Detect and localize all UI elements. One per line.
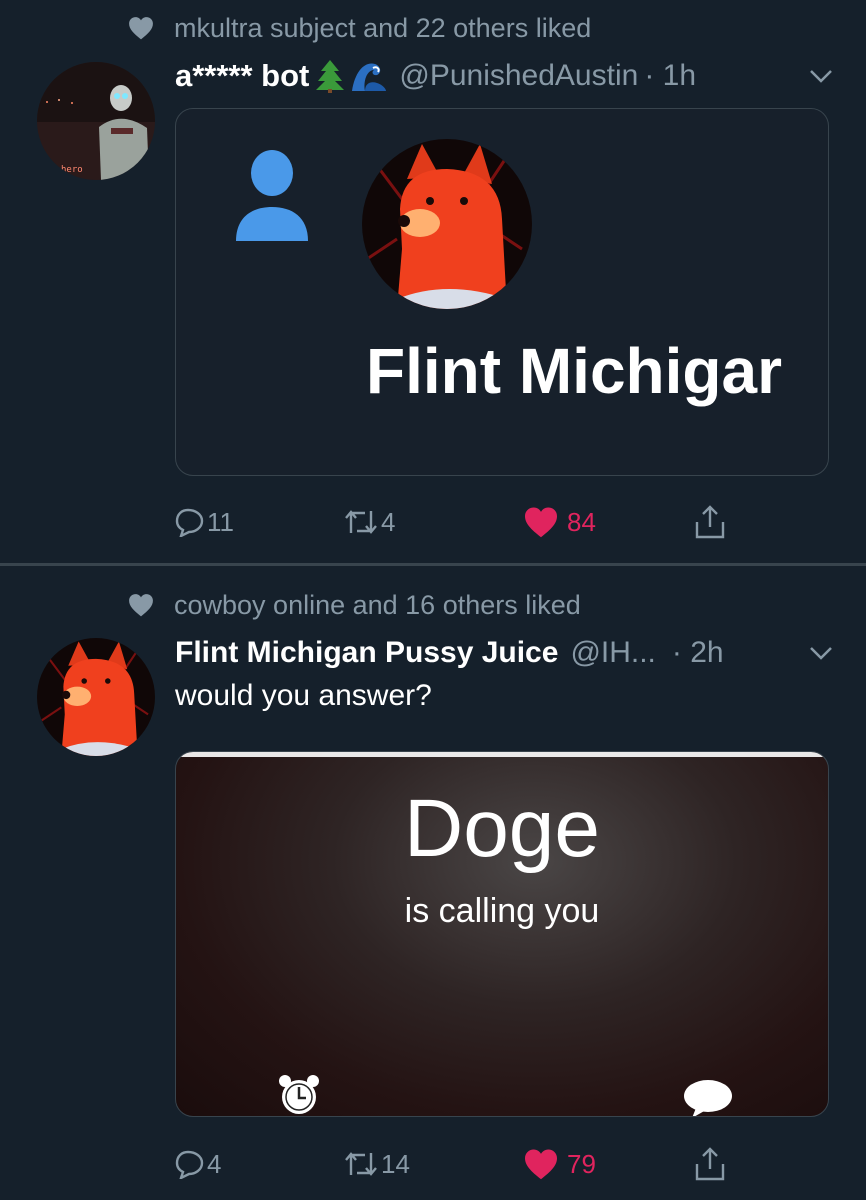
- heart-icon: [129, 17, 153, 40]
- reply-button[interactable]: 4: [175, 1144, 221, 1184]
- caller-subtitle: is calling you: [404, 892, 600, 930]
- reply-count: 11: [207, 506, 234, 537]
- like-button[interactable]: 84: [523, 502, 596, 542]
- reply-count: 4: [207, 1148, 222, 1179]
- like-count: 84: [567, 506, 596, 537]
- author-handle[interactable]: @PunishedAustin: [399, 59, 638, 93]
- avatar-image: [37, 638, 155, 756]
- tweet-time[interactable]: · 1h: [644, 59, 696, 93]
- tweet-header: a***** bot @PunishedAustin · 1h: [175, 56, 836, 96]
- tweet[interactable]: mkultra subject and 22 others liked hero…: [0, 0, 866, 563]
- message-bubble-icon: [684, 1080, 732, 1116]
- card-top-line: [176, 752, 828, 757]
- retweet-icon: [345, 1152, 377, 1176]
- tree-emoji: [315, 59, 345, 93]
- share-icon: [695, 505, 725, 539]
- retweet-button[interactable]: 14: [343, 1144, 410, 1184]
- share-button[interactable]: [693, 1144, 727, 1184]
- author-name[interactable]: a***** bot: [175, 58, 309, 94]
- social-context-text: mkultra subject and 22 others liked: [174, 12, 592, 43]
- card-overlay-text: Flint Michigar: [366, 335, 782, 407]
- share-button[interactable]: [693, 502, 727, 542]
- reply-button[interactable]: 11: [175, 502, 234, 542]
- avatar-image: hero: [37, 62, 155, 180]
- retweet-icon: [345, 510, 377, 534]
- author-handle[interactable]: @IH...: [570, 636, 655, 670]
- avatar[interactable]: [37, 638, 155, 756]
- media-card[interactable]: Doge is calling you: [175, 751, 829, 1117]
- tweet[interactable]: cowboy online and 16 others liked Flint …: [0, 566, 866, 1200]
- tweet-actions: 4 14 79: [175, 1144, 755, 1184]
- avatar[interactable]: hero: [37, 62, 155, 180]
- chevron-down-icon[interactable]: [806, 641, 836, 665]
- like-button[interactable]: 79: [523, 1144, 596, 1184]
- profile-placeholder-icon: [236, 150, 308, 241]
- social-context: mkultra subject and 22 others liked: [128, 8, 591, 48]
- tweet-header: Flint Michigan Pussy Juice @IH... · 2h: [175, 633, 836, 673]
- social-context: cowboy online and 16 others liked: [128, 585, 581, 625]
- retweet-count: 14: [381, 1148, 410, 1179]
- media-card[interactable]: Flint Michigar: [175, 108, 829, 476]
- heart-filled-icon: [525, 1149, 557, 1180]
- wave-emoji: [351, 59, 387, 93]
- share-icon: [695, 1147, 725, 1181]
- alarm-clock-icon: [279, 1075, 319, 1114]
- heart-filled-icon: [525, 507, 557, 538]
- chevron-down-icon[interactable]: [806, 64, 836, 88]
- like-count: 79: [567, 1148, 596, 1179]
- avatar-caption: hero: [61, 165, 83, 175]
- author-name[interactable]: Flint Michigan Pussy Juice: [175, 636, 558, 670]
- reply-icon: [175, 1150, 204, 1179]
- retweet-button[interactable]: 4: [343, 502, 395, 542]
- tweet-actions: 11 4 84: [175, 502, 755, 542]
- caller-name: Doge: [403, 783, 601, 874]
- retweet-count: 4: [381, 506, 396, 537]
- heart-icon: [129, 594, 153, 617]
- social-context-text: cowboy online and 16 others liked: [174, 589, 581, 620]
- tweet-time[interactable]: · 2h: [672, 636, 724, 670]
- doge-avatar: [362, 139, 532, 309]
- tweet-text: would you answer?: [175, 679, 432, 712]
- reply-icon: [175, 508, 204, 537]
